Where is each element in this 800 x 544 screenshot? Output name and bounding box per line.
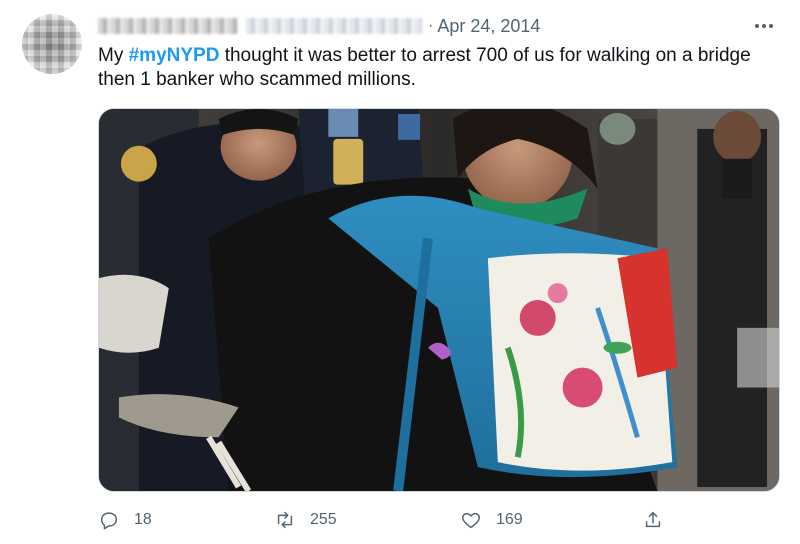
reply-count: 18 [134, 511, 152, 528]
reply-button[interactable]: 18 [98, 505, 152, 535]
date-separator: · [428, 17, 434, 34]
photo-illustration [99, 109, 779, 491]
hashtag-link[interactable]: #myNYPD [129, 45, 220, 66]
tweet-card[interactable]: · Apr 24, 2014 My #myNYPD thought it was… [0, 0, 800, 544]
user-handle-redacted[interactable] [246, 18, 422, 34]
tweet-photo[interactable] [98, 108, 780, 492]
share-icon [645, 511, 661, 528]
retweet-button[interactable]: 255 [274, 505, 337, 535]
reply-icon [100, 512, 118, 530]
like-count: 169 [496, 511, 523, 528]
more-icon [755, 24, 759, 28]
retweet-icon [277, 511, 293, 529]
tweet-header: · Apr 24, 2014 [98, 14, 540, 38]
heart-icon [462, 512, 480, 529]
more-options-button[interactable] [750, 14, 778, 38]
tweet-text-before: My [98, 45, 129, 66]
avatar[interactable] [22, 14, 82, 74]
tweet-text: My #myNYPD thought it was better to arre… [98, 44, 778, 92]
user-display-name-redacted[interactable] [98, 18, 238, 34]
like-button[interactable]: 169 [460, 505, 523, 535]
share-button[interactable] [642, 505, 664, 535]
tweet-date[interactable]: Apr 24, 2014 [437, 16, 540, 37]
retweet-count: 255 [310, 511, 337, 528]
tweet-actions: 18 255 169 [98, 505, 698, 535]
